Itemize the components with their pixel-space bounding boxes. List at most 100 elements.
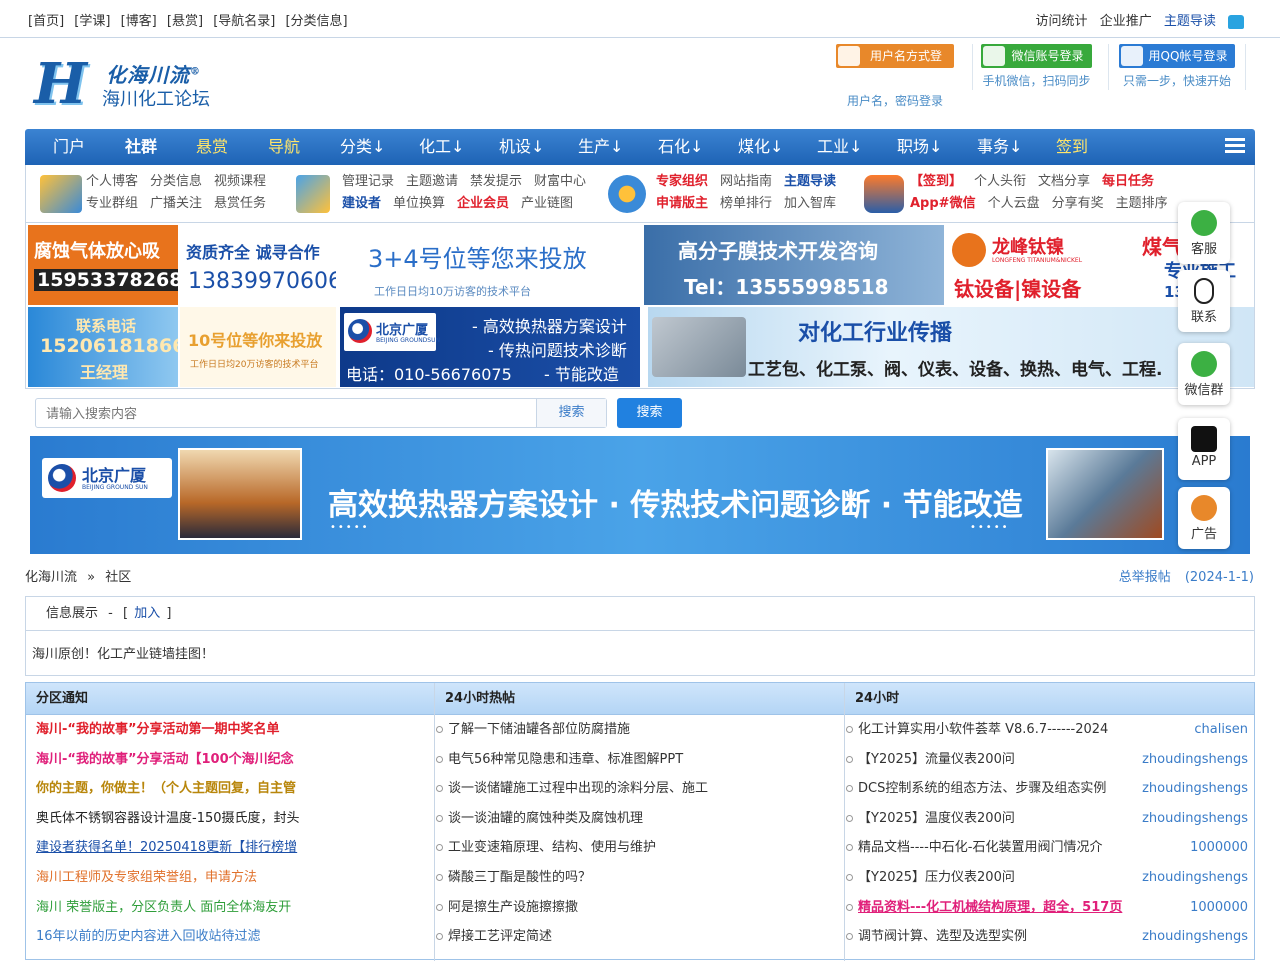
subnav-share-reward[interactable]: 分享有奖 — [1052, 193, 1104, 215]
ad-qualification[interactable]: 资质齐全 诚寻合作 13839970606 — [180, 225, 336, 305]
post-author[interactable]: 1000000 — [1190, 893, 1248, 923]
latest-post-row[interactable]: DCS控制系统的组态方法、步骤及组态实例 zhoudingshengs — [846, 774, 1254, 804]
latest-post-row[interactable]: 【Y2025】温度仪表200问 zhoudingshengs — [846, 804, 1254, 834]
subnav-enterprise-member[interactable]: 企业会员 — [457, 193, 509, 215]
sidebar-app-button[interactable]: APP — [1178, 418, 1230, 480]
notice-row[interactable]: 海川-“我的故事”分享活动第一期中奖名单 — [36, 715, 426, 745]
nav-checkin[interactable]: 签到 — [1056, 129, 1088, 165]
enterprise-promo-link[interactable]: 企业推广 — [1100, 14, 1152, 29]
nav-industry[interactable]: 工业↓ — [817, 129, 862, 165]
post-title[interactable]: 【Y2025】温度仪表200问 — [858, 811, 1015, 826]
nav-category[interactable]: 分类↓ — [340, 129, 385, 165]
top-link-bounty[interactable]: [悬赏] — [167, 14, 203, 29]
notice-row[interactable]: 奥氏体不锈钢容器设计温度-150摄氏度，封头 — [36, 804, 426, 834]
latest-post-row[interactable]: 调节阀计算、选型及选型实例 zhoudingshengs — [846, 922, 1254, 952]
total-reports-link[interactable]: 总举报帖 — [1119, 570, 1171, 585]
hot-post-row[interactable]: 磷酸三丁酯是酸性的吗？ — [436, 863, 842, 893]
hot-post-row[interactable]: 焊接工艺评定简述 — [436, 922, 842, 952]
subnav-classified[interactable]: 分类信息 — [150, 171, 202, 193]
nav-bounty[interactable]: 悬赏 — [196, 129, 228, 165]
subnav-site-guide[interactable]: 网站指南 — [720, 171, 772, 193]
subnav-join-think-tank[interactable]: 加入智库 — [784, 193, 836, 215]
hot-post-row[interactable]: 谈一谈储罐施工过程中出现的涂料分层、施工 — [436, 774, 842, 804]
username-login-button[interactable]: 用户名方式登录 — [836, 44, 954, 87]
banner-ad[interactable]: 北京广厦 BEIJING GROUND SUN 高效换热器方案设计 · 传热技术… — [30, 436, 1250, 554]
info-body[interactable]: 海川原创！化工产业链墙挂图！ — [26, 631, 1254, 674]
notice-row[interactable]: 海川-“我的故事”分享活动【100个海川纪念 — [36, 745, 426, 775]
post-title[interactable]: 精品资料---化工机械结构原理，超全，517页 — [858, 900, 1122, 915]
post-author[interactable]: zhoudingshengs — [1142, 745, 1248, 775]
subnav-ban-notice[interactable]: 禁发提示 — [470, 171, 522, 193]
notice-row[interactable]: 海川工程师及专家组荣誉组，申请方法 — [36, 863, 426, 893]
subnav-broadcast[interactable]: 广播关注 — [150, 193, 202, 215]
post-title[interactable]: 调节阀计算、选型及选型实例 — [858, 929, 1027, 944]
subnav-doc-share[interactable]: 文档分享 — [1038, 171, 1090, 193]
post-author[interactable]: zhoudingshengs — [1142, 863, 1248, 893]
top-link-home[interactable]: [首页] — [28, 14, 64, 29]
subnav-expert-org[interactable]: 专家组织 — [656, 171, 708, 193]
wechat-login-button[interactable]: 微信账号登录 — [981, 44, 1092, 68]
subnav-builders[interactable]: 建设者 — [342, 193, 381, 215]
search-button-inner[interactable]: 搜索 — [536, 399, 606, 427]
search-button[interactable]: 搜索 — [617, 398, 682, 428]
subnav-cloud-disk[interactable]: 个人云盘 — [988, 193, 1040, 215]
ad-polymer-membrane[interactable]: 高分子膜技术开发咨询 Tel：13555998518 — [644, 225, 944, 305]
latest-post-row[interactable]: 【Y2025】流量仪表200问 zhoudingshengs — [846, 745, 1254, 775]
subnav-checkin[interactable]: 【签到】 — [910, 171, 962, 193]
latest-post-row[interactable]: 化工计算实用小软件荟萃 V8.6.7------2024 chalisen — [846, 715, 1254, 745]
top-link-blog[interactable]: [博客] — [121, 14, 157, 29]
hot-post-row[interactable]: 工业变速箱原理、结构、使用与维护 — [436, 833, 842, 863]
breadcrumb-home[interactable]: 化海川流 — [25, 570, 77, 585]
subnav-bounty-task[interactable]: 悬赏任务 — [214, 193, 266, 215]
ad-longfeng[interactable]: 龙峰钛镍 LONGFENG TITANIUM&NICKEL 钛设备|镍设备 — [946, 225, 1096, 305]
qq-login-button[interactable]: 用QQ帐号登录 — [1118, 44, 1236, 68]
post-title[interactable]: DCS控制系统的组态方法、步骤及组态实例 — [858, 781, 1106, 796]
latest-post-row[interactable]: 【Y2025】压力仪表200问 zhoudingshengs — [846, 863, 1254, 893]
search-input[interactable] — [36, 399, 536, 427]
top-link-courses[interactable]: [学课] — [74, 14, 110, 29]
post-title[interactable]: 【Y2025】流量仪表200问 — [858, 752, 1015, 767]
notice-row[interactable]: 海川 荣誉版主，分区负责人 面向全体海友开 — [36, 893, 426, 923]
top-link-classified[interactable]: [分类信息] — [285, 14, 347, 29]
post-author[interactable]: zhoudingshengs — [1142, 774, 1248, 804]
ad-slot-10[interactable]: 10号位等你来投放 工作日日均20万访客的技术平台 — [180, 307, 336, 387]
topic-guide-link[interactable]: 主题导读 — [1164, 14, 1216, 29]
sidebar-gift-button[interactable]: 广告 — [1178, 487, 1230, 549]
site-logo[interactable]: H 化海川流® 海川化工论坛 — [34, 55, 214, 115]
subnav-topic-guide[interactable]: 主题导读 — [784, 171, 836, 193]
ad-coal-gas[interactable]: 煤气化 专业施工 13953 — [1098, 225, 1254, 305]
notice-row[interactable]: 16年以前的历史内容进入回收站待过滤 — [36, 922, 426, 952]
ad-groundsun-small[interactable]: 北京广厦 BEIJING GROUNDSUN - 高效换热器方案设计 - 传热问… — [340, 307, 640, 387]
subnav-personal-title[interactable]: 个人头衔 — [974, 171, 1026, 193]
visit-stats-link[interactable]: 访问统计 — [1036, 14, 1088, 29]
post-author[interactable]: chalisen — [1194, 715, 1248, 745]
subnav-topic-sort[interactable]: 主题排序 — [1116, 193, 1168, 215]
notice-row[interactable]: 建设者获得名单！20250418更新【排行榜增 — [36, 833, 426, 863]
post-author[interactable]: zhoudingshengs — [1142, 922, 1248, 952]
nav-machine-design[interactable]: 机设↓ — [499, 129, 544, 165]
shirt-icon[interactable] — [1228, 14, 1244, 29]
nav-portal[interactable]: 门户 — [53, 129, 85, 165]
latest-post-row[interactable]: 精品文档----中石化-石化装置用阀门情况介 1000000 — [846, 833, 1254, 863]
nav-petrochem[interactable]: 石化↓ — [658, 129, 703, 165]
post-author[interactable]: 1000000 — [1190, 833, 1248, 863]
nav-coal-chem[interactable]: 煤化↓ — [738, 129, 783, 165]
subnav-rankings[interactable]: 榜单排行 — [720, 193, 772, 215]
nav-production[interactable]: 生产↓ — [578, 129, 623, 165]
breadcrumb-current[interactable]: 社区 — [105, 570, 131, 585]
subnav-admin-log[interactable]: 管理记录 — [342, 171, 394, 193]
subnav-personal-blog[interactable]: 个人博客 — [86, 171, 138, 193]
hot-post-row[interactable]: 了解一下储油罐各部位防腐措施 — [436, 715, 842, 745]
subnav-daily-task[interactable]: 每日任务 — [1102, 171, 1154, 193]
notice-row[interactable]: 你的主题，你做主！（个人主题回复，自主管 — [36, 774, 426, 804]
post-title[interactable]: 化工计算实用小软件荟萃 V8.6.7------2024 — [858, 722, 1108, 737]
subnav-topic-invite[interactable]: 主题邀请 — [406, 171, 458, 193]
post-author[interactable]: zhoudingshengs — [1142, 804, 1248, 834]
hot-post-row[interactable]: 阿是擦生产设施擦擦撒 — [436, 893, 842, 923]
hot-post-row[interactable]: 电气56种常见隐患和违章、标准图解PPT — [436, 745, 842, 775]
ad-chemical-industry[interactable]: 对化工行业传播 工艺包、化工泵、阀、仪表、设备、换热、电气、工程. — [648, 307, 1254, 387]
sidebar-wechat-button[interactable]: 客服 — [1178, 202, 1230, 264]
nav-career[interactable]: 职场↓ — [897, 129, 942, 165]
sidebar-wechat-group-button[interactable]: 微信群 — [1178, 343, 1230, 405]
menu-icon[interactable] — [1219, 135, 1245, 159]
